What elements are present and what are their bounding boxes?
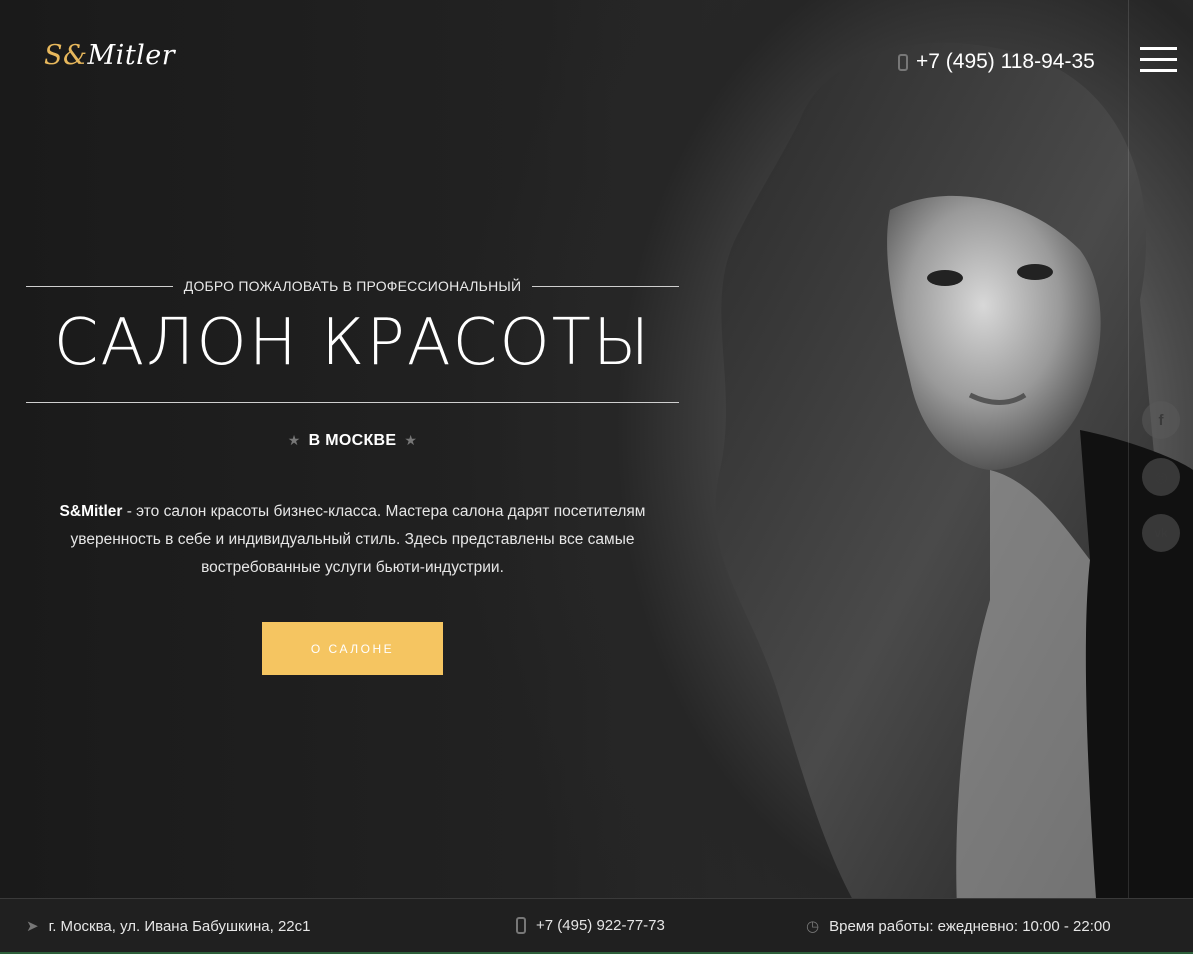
header-phone[interactable]: +7 (495) 118-94-35 [898,50,1095,74]
footer-bar: ➤ г. Москва, ул. Ивана Бабушкина, 22с1 +… [0,898,1193,954]
page-title: САЛОН КРАСОТЫ [26,306,679,380]
location-arrow-icon: ➤ [26,918,39,935]
vertical-divider [1128,0,1129,898]
footer-address-text: г. Москва, ул. Ивана Бабушкина, 22с1 [48,917,311,935]
city-label: ★ В МОСКВЕ ★ [26,432,679,450]
welcome-text: ДОБРО ПОЖАЛОВАТЬ В ПРОФЕССИОНАЛЬНЫЙ [183,278,522,294]
footer-hours-text: Время работы: ежедневно: 10:00 - 22:00 [829,917,1111,935]
vk-icon[interactable]: vk [1142,514,1180,552]
right-rule [532,285,680,287]
menu-icon[interactable] [1140,47,1177,75]
footer-hours: ◷ Время работы: ежедневно: 10:00 - 22:00 [806,917,1111,936]
about-salon-button[interactable]: О САЛОНЕ [262,622,443,675]
logo-prefix: S& [44,40,88,71]
description-brand: S&Mitler [59,503,123,520]
facebook-icon[interactable]: f [1142,401,1180,439]
logo-main: Mitler [87,40,176,71]
left-rule [26,285,173,287]
star-icon: ★ [404,432,418,448]
phone-icon [898,53,908,71]
footer-phone-text: +7 (495) 922-77-73 [536,917,665,934]
description-text: - это салон красоты бизнес-класса. Масте… [70,503,646,576]
page-title-text: САЛОН КРАСОТЫ [53,306,652,380]
header-phone-number: +7 (495) 118-94-35 [916,50,1095,73]
instagram-icon[interactable]: ◎ [1142,458,1180,496]
phone-icon [516,917,526,934]
portrait-photo [715,42,1193,954]
welcome-row: ДОБРО ПОЖАЛОВАТЬ В ПРОФЕССИОНАЛЬНЫЙ [26,278,680,294]
city-text: В МОСКВЕ [308,432,397,449]
salon-description: S&Mitler - это салон красоты бизнес-клас… [26,498,679,582]
title-underline [26,402,679,403]
clock-icon: ◷ [806,918,820,935]
logo[interactable]: S&Mitler [44,40,175,71]
star-icon: ★ [287,432,301,448]
footer-phone[interactable]: +7 (495) 922-77-73 [516,917,665,934]
footer-address: ➤ г. Москва, ул. Ивана Бабушкина, 22с1 [26,917,311,936]
